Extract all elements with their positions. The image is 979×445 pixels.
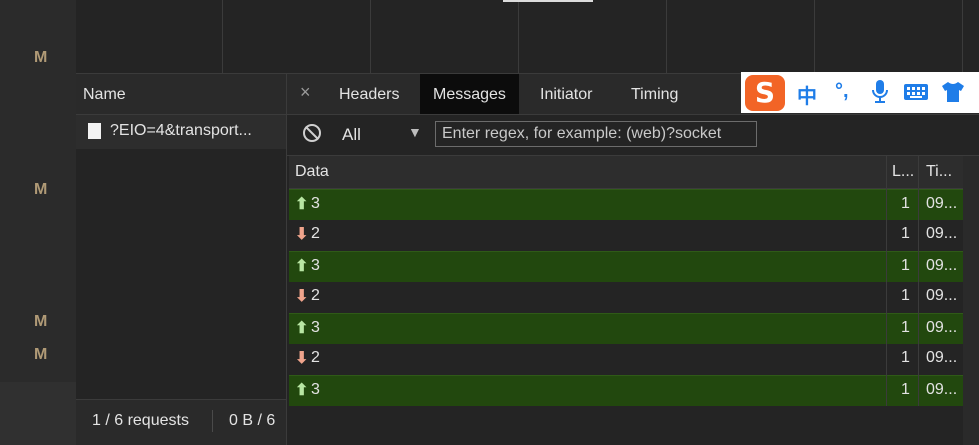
detail-tabs: × Headers Messages Initiator Timing S 中 …: [287, 72, 979, 115]
transferred-size: 0 B / 6: [229, 412, 276, 429]
message-length: 1: [901, 225, 910, 242]
arrow-up-icon: ⬆: [295, 196, 309, 213]
message-length: 1: [901, 195, 910, 212]
filter-type-select[interactable]: All: [342, 125, 361, 145]
length-column-header[interactable]: L...: [892, 163, 914, 181]
message-row[interactable]: ⬇ 2 1 09...: [289, 220, 965, 250]
tab-headers[interactable]: Headers: [326, 74, 412, 114]
timeline-gridline: [518, 0, 519, 73]
tab-messages[interactable]: Messages: [420, 74, 519, 114]
gutter-label: M: [34, 313, 48, 330]
arrow-down-icon: ⬇: [295, 288, 309, 305]
mic-icon[interactable]: [870, 79, 890, 105]
ime-punctuation[interactable]: °,: [835, 80, 849, 103]
shirt-icon[interactable]: [941, 81, 965, 103]
scrollbar[interactable]: [963, 156, 979, 445]
message-time: 09...: [926, 319, 958, 336]
request-list: Name ?EIO=4&transport... 1 / 6 requests …: [76, 74, 287, 445]
gutter-label: M: [34, 346, 48, 363]
column-divider[interactable]: [886, 156, 887, 406]
detail-panel: × Headers Messages Initiator Timing S 中 …: [287, 72, 979, 445]
chevron-down-icon[interactable]: ▼: [408, 124, 422, 140]
timeline-gridline: [222, 0, 223, 73]
message-row[interactable]: ⬆ 3 1 09...: [289, 189, 965, 220]
timeline-gridline: [814, 0, 815, 73]
timeline-gridline: [370, 0, 371, 73]
message-length: 1: [901, 381, 910, 398]
message-time: 09...: [926, 195, 958, 212]
gutter-label: M: [34, 49, 48, 66]
message-time: 09...: [926, 287, 958, 304]
request-count: 1 / 6 requests: [92, 412, 189, 429]
message-data: 2: [311, 349, 320, 366]
message-length: 1: [901, 257, 910, 274]
message-data: 2: [311, 225, 320, 242]
messages-table: Data L... Ti... ⬆ 3 1 09... ⬇ 2 1 09... ⬆ 3 1 09...…: [289, 156, 965, 445]
document-icon: [88, 123, 101, 139]
message-row[interactable]: ⬆ 3 1 09...: [289, 375, 965, 406]
gutter-bottom: [0, 382, 76, 445]
message-row[interactable]: ⬇ 2 1 09...: [289, 282, 965, 312]
message-data: 3: [311, 319, 320, 336]
tab-timing[interactable]: Timing: [618, 74, 691, 114]
arrow-down-icon: ⬇: [295, 350, 309, 367]
arrow-up-icon: ⬆: [295, 382, 309, 399]
timeline-overview[interactable]: [76, 0, 979, 74]
ime-toolbar[interactable]: S 中 °,: [741, 72, 979, 113]
messages-table-header: Data L... Ti...: [289, 156, 965, 189]
message-row[interactable]: ⬆ 3 1 09...: [289, 251, 965, 282]
status-bar: 1 / 6 requests 0 B / 6: [76, 399, 286, 445]
name-column-header[interactable]: Name: [83, 86, 126, 104]
gutter-label: M: [34, 181, 48, 198]
message-length: 1: [901, 287, 910, 304]
timeline-marker: [503, 0, 593, 2]
keyboard-icon[interactable]: [904, 84, 928, 100]
message-row[interactable]: ⬇ 2 1 09...: [289, 344, 965, 374]
message-row[interactable]: ⬆ 3 1 09...: [289, 313, 965, 344]
status-divider: [212, 410, 213, 432]
message-length: 1: [901, 349, 910, 366]
request-list-header[interactable]: Name: [76, 74, 286, 115]
message-time: 09...: [926, 381, 958, 398]
regex-filter-input[interactable]: [435, 121, 757, 147]
message-length: 1: [901, 319, 910, 336]
arrow-up-icon: ⬆: [295, 258, 309, 275]
message-data: 3: [311, 195, 320, 212]
data-column-header[interactable]: Data: [295, 163, 329, 181]
message-data: 3: [311, 381, 320, 398]
close-icon[interactable]: ×: [300, 82, 311, 103]
clear-messages-icon[interactable]: [303, 124, 321, 142]
ime-logo[interactable]: S: [745, 75, 785, 111]
arrow-down-icon: ⬇: [295, 226, 309, 243]
ime-chinese-mode[interactable]: 中: [797, 80, 817, 109]
message-data: 2: [311, 287, 320, 304]
message-time: 09...: [926, 349, 958, 366]
message-data: 3: [311, 257, 320, 274]
request-row[interactable]: ?EIO=4&transport...: [76, 115, 286, 149]
timeline-gridline: [666, 0, 667, 73]
message-time: 09...: [926, 225, 958, 242]
column-divider[interactable]: [918, 156, 919, 406]
message-filter-bar: All ▼: [287, 115, 979, 156]
message-time: 09...: [926, 257, 958, 274]
tab-initiator[interactable]: Initiator: [527, 74, 605, 114]
arrow-up-icon: ⬆: [295, 320, 309, 337]
timeline-gridline: [962, 0, 963, 73]
request-name[interactable]: ?EIO=4&transport...: [110, 122, 252, 140]
time-column-header[interactable]: Ti...: [926, 163, 952, 181]
